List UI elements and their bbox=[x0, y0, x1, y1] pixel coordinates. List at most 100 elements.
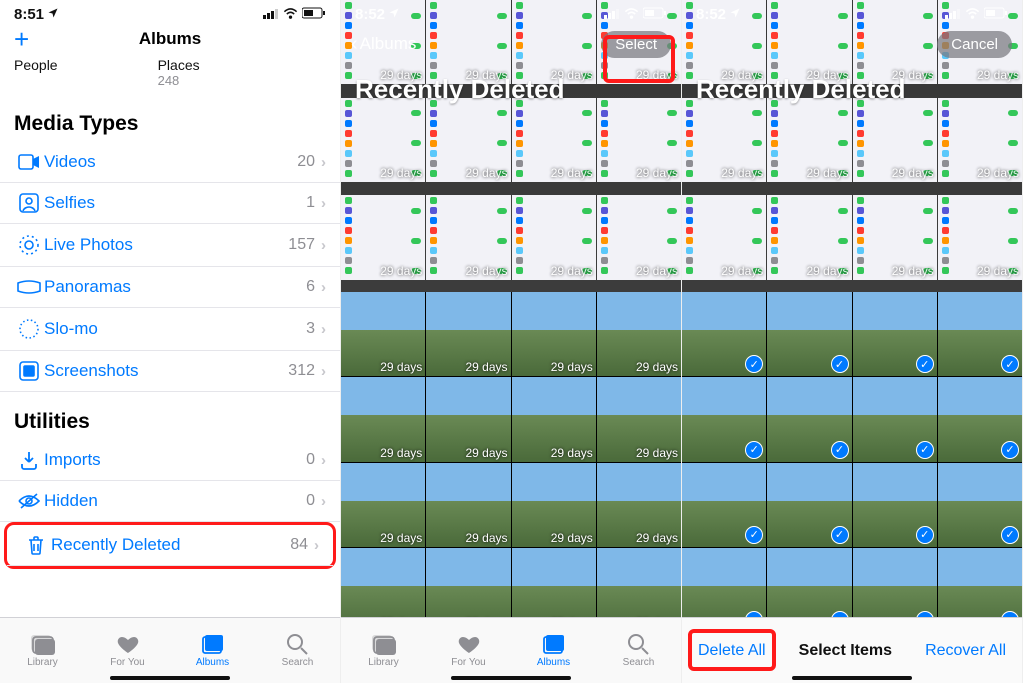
row-count: 0 bbox=[306, 451, 315, 469]
nav-bar: + Albums bbox=[0, 25, 340, 57]
tab-icon bbox=[201, 633, 225, 655]
photo-thumbnail[interactable]: 29 days bbox=[938, 98, 1022, 182]
hidden-icon bbox=[14, 493, 44, 509]
tab-for-you[interactable]: For You bbox=[426, 618, 511, 683]
days-remaining: 29 days bbox=[806, 166, 848, 180]
chevron-right-icon: › bbox=[321, 195, 326, 212]
photo-thumbnail[interactable]: 29 days bbox=[597, 463, 681, 547]
photo-thumbnail[interactable]: 29 days bbox=[597, 377, 681, 461]
chevron-right-icon: › bbox=[321, 237, 326, 254]
photo-thumbnail[interactable]: ✓ bbox=[682, 292, 766, 376]
tab-albums[interactable]: Albums bbox=[170, 618, 255, 683]
photo-thumbnail[interactable]: 29 days bbox=[426, 195, 510, 279]
back-button[interactable]: ‹Albums bbox=[351, 33, 416, 56]
album-places[interactable]: Places 248 bbox=[158, 57, 200, 88]
tab-icon bbox=[372, 633, 396, 655]
photo-thumbnail[interactable]: 29 days bbox=[767, 98, 851, 182]
photo-thumbnail[interactable]: 29 days bbox=[767, 195, 851, 279]
photo-thumbnail[interactable]: 29 days bbox=[426, 377, 510, 461]
photo-thumbnail[interactable]: ✓ bbox=[767, 377, 851, 461]
photo-thumbnail[interactable]: 29 days bbox=[341, 195, 425, 279]
photo-thumbnail[interactable]: 29 days bbox=[938, 195, 1022, 279]
home-indicator[interactable] bbox=[110, 676, 230, 680]
selection-check-icon: ✓ bbox=[916, 355, 934, 373]
tab-library[interactable]: Library bbox=[0, 618, 85, 683]
row-count: 1 bbox=[306, 194, 315, 212]
row-live-photos[interactable]: Live Photos 157 › bbox=[0, 224, 340, 267]
photo-thumbnail[interactable]: 29 days bbox=[341, 292, 425, 376]
tab-search[interactable]: Search bbox=[596, 618, 681, 683]
photo-thumbnail[interactable]: ✓ bbox=[853, 292, 937, 376]
days-remaining: 29 days bbox=[380, 360, 422, 374]
home-indicator[interactable] bbox=[792, 676, 912, 680]
photo-thumbnail[interactable]: 29 days bbox=[341, 98, 425, 182]
days-remaining: 29 days bbox=[977, 68, 1019, 82]
photo-thumbnail[interactable]: 29 days bbox=[512, 463, 596, 547]
row-label: Slo-mo bbox=[44, 319, 306, 339]
photo-thumbnail[interactable]: 29 days bbox=[682, 98, 766, 182]
tab-library[interactable]: Library bbox=[341, 618, 426, 683]
photo-thumbnail[interactable]: 29 days bbox=[426, 98, 510, 182]
photo-thumbnail[interactable]: ✓ bbox=[682, 463, 766, 547]
days-remaining: 29 days bbox=[380, 531, 422, 545]
row-imports[interactable]: Imports 0 › bbox=[0, 440, 340, 481]
days-remaining: 29 days bbox=[721, 166, 763, 180]
photo-thumbnail[interactable]: 29 days bbox=[597, 195, 681, 279]
photo-thumbnail[interactable]: ✓ bbox=[938, 292, 1022, 376]
row-label: Recently Deleted bbox=[51, 535, 290, 555]
row-screenshots[interactable]: Screenshots 312 › bbox=[0, 351, 340, 392]
row-selfies[interactable]: Selfies 1 › bbox=[0, 183, 340, 224]
photo-thumbnail[interactable]: 29 days bbox=[597, 292, 681, 376]
photo-thumbnail[interactable]: 29 days bbox=[341, 463, 425, 547]
photo-thumbnail[interactable]: 29 days bbox=[426, 463, 510, 547]
photo-thumbnail[interactable]: ✓ bbox=[682, 377, 766, 461]
days-remaining: 29 days bbox=[977, 166, 1019, 180]
wifi-icon bbox=[965, 7, 980, 22]
row-count: 3 bbox=[306, 320, 315, 338]
tab-search[interactable]: Search bbox=[255, 618, 340, 683]
album-people[interactable]: People bbox=[14, 57, 58, 88]
location-icon bbox=[47, 6, 59, 23]
selection-check-icon: ✓ bbox=[831, 355, 849, 373]
photo-thumbnail[interactable]: 29 days bbox=[512, 98, 596, 182]
photo-thumbnail[interactable]: 29 days bbox=[512, 195, 596, 279]
photo-thumbnail[interactable]: ✓ bbox=[938, 377, 1022, 461]
battery-icon bbox=[302, 7, 326, 22]
add-button[interactable]: + bbox=[14, 26, 29, 52]
photo-thumbnail[interactable]: ✓ bbox=[767, 463, 851, 547]
days-remaining: 29 days bbox=[551, 166, 593, 180]
photo-thumbnail[interactable]: 29 days bbox=[341, 377, 425, 461]
page-title: Recently Deleted bbox=[696, 74, 906, 105]
recover-all-button[interactable]: Recover All bbox=[925, 642, 1006, 660]
home-indicator[interactable] bbox=[451, 676, 571, 680]
row-videos[interactable]: Videos 20 › bbox=[0, 142, 340, 183]
trash-icon bbox=[21, 535, 51, 555]
row-count: 0 bbox=[306, 492, 315, 510]
photo-thumbnail[interactable]: ✓ bbox=[767, 292, 851, 376]
photo-thumbnail[interactable]: 29 days bbox=[512, 377, 596, 461]
photo-thumbnail[interactable]: 29 days bbox=[426, 292, 510, 376]
photo-thumbnail[interactable]: 29 days bbox=[853, 195, 937, 279]
photo-thumbnail[interactable]: 29 days bbox=[512, 292, 596, 376]
page-title: Recently Deleted bbox=[355, 74, 565, 105]
row-recently-deleted[interactable]: Recently Deleted 84 › bbox=[7, 525, 333, 566]
photo-thumbnail[interactable]: 29 days bbox=[682, 195, 766, 279]
photo-thumbnail[interactable]: 29 days bbox=[597, 98, 681, 182]
tab-albums[interactable]: Albums bbox=[511, 618, 596, 683]
photo-thumbnail[interactable]: ✓ bbox=[938, 463, 1022, 547]
photo-thumbnail[interactable]: ✓ bbox=[853, 377, 937, 461]
photo-thumbnail[interactable]: ✓ bbox=[853, 463, 937, 547]
import-icon bbox=[14, 450, 44, 470]
row-slo-mo[interactable]: Slo-mo 3 › bbox=[0, 308, 340, 351]
cancel-button[interactable]: Cancel bbox=[937, 31, 1012, 58]
row-hidden[interactable]: Hidden 0 › bbox=[0, 481, 340, 522]
row-panoramas[interactable]: Panoramas 6 › bbox=[0, 267, 340, 308]
row-count: 6 bbox=[306, 278, 315, 296]
tab-for-you[interactable]: For You bbox=[85, 618, 170, 683]
days-remaining: 29 days bbox=[806, 264, 848, 278]
photo-thumbnail[interactable]: 29 days bbox=[853, 98, 937, 182]
days-remaining: 29 days bbox=[465, 446, 507, 460]
section-header-media-types: Media Types bbox=[0, 94, 340, 142]
days-remaining: 29 days bbox=[721, 264, 763, 278]
dimmed-header: 29 days29 days29 days29 days29 days29 da… bbox=[341, 0, 681, 292]
